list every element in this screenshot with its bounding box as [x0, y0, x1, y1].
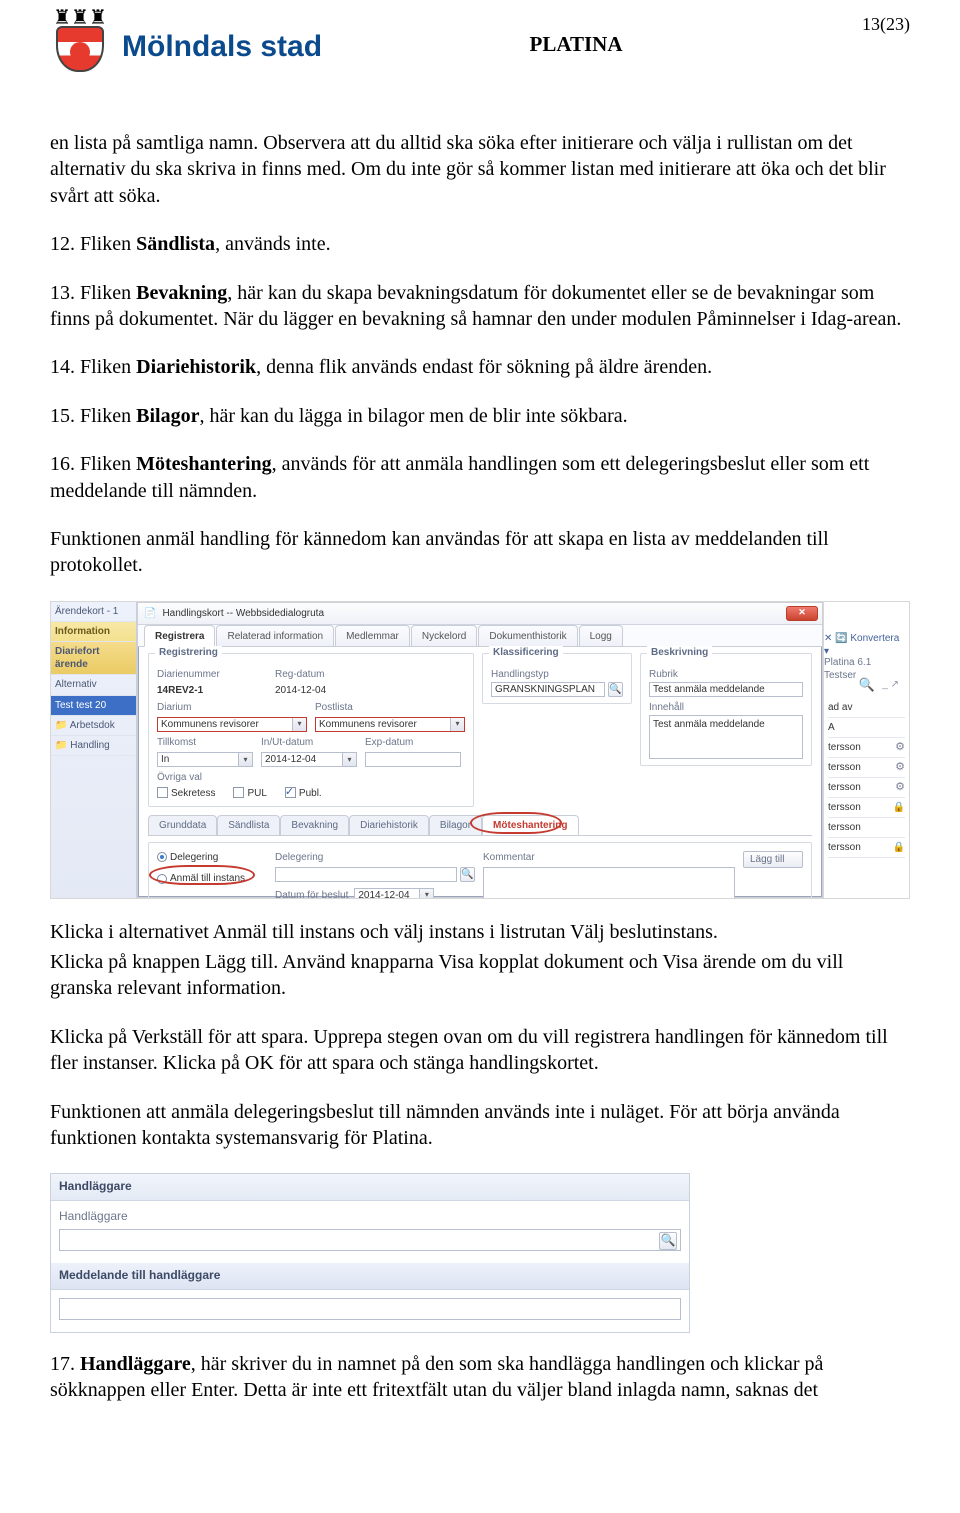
- chevron-down-icon: ▾: [238, 753, 252, 766]
- expdatum-input[interactable]: [365, 752, 461, 767]
- para-click1: Klicka i alternativet Anmäl till instans…: [50, 919, 910, 945]
- postlista-select[interactable]: Kommunens revisorer▾: [315, 717, 465, 732]
- regdatum-value: 2014-12-04: [275, 684, 385, 697]
- chk-sekretess[interactable]: Sekretess: [157, 787, 215, 800]
- gear-icon: ⚙: [895, 741, 905, 753]
- meddelande-input[interactable]: [59, 1298, 681, 1320]
- datum-for-beslut-input[interactable]: 2014-12-04▾: [354, 888, 434, 899]
- subtab-grunddata[interactable]: Grunddata: [148, 815, 217, 835]
- tillkomst-select[interactable]: In▾: [157, 752, 253, 767]
- chk-pul[interactable]: PUL: [233, 787, 266, 800]
- gear-icon: ⚙: [895, 781, 905, 793]
- molndal-crest: ♜♜♜: [50, 8, 110, 70]
- lock-icon: 🔒: [893, 802, 905, 813]
- sidebar-test[interactable]: Test test 20: [51, 696, 136, 716]
- handlingstyp-input[interactable]: GRANSKNINGSPLAN: [491, 682, 605, 697]
- list-item[interactable]: tersson⚙: [828, 778, 905, 798]
- diarienummer-value: 14REV2-1: [157, 684, 267, 697]
- tab-relaterad[interactable]: Relaterad information: [216, 625, 334, 646]
- para-fn: Funktionen anmäl handling för kännedom k…: [50, 526, 910, 579]
- handlaggare-input[interactable]: 🔍: [59, 1229, 681, 1251]
- kommentar-textarea[interactable]: [483, 867, 735, 899]
- para-11-cont: en lista på samtliga namn. Observera att…: [50, 130, 910, 209]
- group-registrering: Registrering: [155, 646, 222, 659]
- radio-anmal-till-instans[interactable]: Anmäl till instans: [157, 872, 267, 885]
- para-verkstall: Klicka på Verkställ för att spara. Uppre…: [50, 1024, 910, 1077]
- handlingskort-dialog: 📄 Handlingskort -- Webbsidedialogruta ✕ …: [137, 602, 823, 898]
- tab-logg[interactable]: Logg: [579, 625, 623, 646]
- rubrik-input[interactable]: Test anmäla meddelande: [649, 682, 803, 697]
- inutdatum-input[interactable]: 2014-12-04▾: [261, 752, 357, 767]
- chevron-down-icon: ▾: [419, 889, 433, 899]
- sidebar-info-tab[interactable]: Information: [51, 622, 136, 642]
- arendekort-title: Ärendekort - 1: [51, 602, 136, 622]
- lagg-till-button[interactable]: Lägg till: [743, 851, 803, 868]
- tab-dokumenthistorik[interactable]: Dokumenthistorik: [478, 625, 577, 646]
- para-click2: Klicka på knappen Lägg till. Använd knap…: [50, 949, 910, 1002]
- tab-nyckelord[interactable]: Nyckelord: [411, 625, 477, 646]
- page-icon: 📄: [144, 607, 156, 620]
- innehall-textarea[interactable]: Test anmäla meddelande: [649, 715, 803, 759]
- sidebar-handling[interactable]: 📁 Handling: [51, 736, 136, 756]
- group-klassificering: Klassificering: [489, 646, 563, 659]
- search-icon[interactable]: 🔍: [859, 676, 875, 693]
- sidebar-alternativ: Alternativ: [51, 675, 136, 695]
- screenshot-handlaggare: Handläggare Handläggare 🔍 Meddelande til…: [50, 1173, 690, 1332]
- arendekort-sidebar: Ärendekort - 1 Information Diariefort är…: [51, 602, 137, 898]
- subtab-bevakning[interactable]: Bevakning: [280, 815, 349, 835]
- tab-registrera[interactable]: Registrera: [144, 625, 215, 647]
- list-item[interactable]: tersson: [828, 818, 905, 838]
- diarium-select[interactable]: Kommunens revisorer▾: [157, 717, 307, 732]
- chk-publ[interactable]: Publ.: [285, 787, 322, 800]
- chevron-down-icon: ▾: [292, 718, 306, 731]
- para-15: 15. Fliken Bilagor, här kan du lägga in …: [50, 403, 910, 429]
- shield-icon: [56, 26, 104, 72]
- para-12: 12. Fliken Sändlista, används inte.: [50, 231, 910, 257]
- group-beskrivning: Beskrivning: [647, 646, 712, 659]
- brand-name: Mölndals stad: [122, 30, 322, 64]
- screenshot-handlingskort: Ärendekort - 1 Information Diariefort är…: [50, 601, 910, 899]
- chevron-down-icon: ▾: [342, 753, 356, 766]
- lock-icon: 🔒: [893, 842, 905, 853]
- label-handlaggare: Handläggare: [59, 1209, 681, 1225]
- subtab-bilagor[interactable]: Bilagor: [429, 815, 482, 835]
- search-button[interactable]: 🔍: [659, 1232, 677, 1250]
- para-13: 13. Fliken Bevakning, här kan du skapa b…: [50, 280, 910, 333]
- para-14: 14. Fliken Diariehistorik, denna flik an…: [50, 354, 910, 380]
- konvertera-link[interactable]: ✕ 🔄 Konvertera ▾: [824, 632, 903, 658]
- crown-icon: ♜♜♜: [50, 8, 110, 28]
- sidebar-diariefort[interactable]: Diariefort ärende: [51, 642, 136, 675]
- gear-icon: ⚙: [895, 761, 905, 773]
- subtab-moteshantering[interactable]: Möteshantering: [482, 815, 578, 835]
- subtab-diariehistorik[interactable]: Diariehistorik: [349, 815, 429, 835]
- sidebar-arbetsdok[interactable]: 📁 Arbetsdok: [51, 716, 136, 736]
- para-16: 16. Fliken Möteshantering, används för a…: [50, 451, 910, 504]
- para-delegering-note: Funktionen att anmäla delegeringsbeslut …: [50, 1099, 910, 1152]
- search-button[interactable]: 🔍: [460, 867, 475, 882]
- top-tabs: Registrera Relaterad information Medlemm…: [138, 625, 822, 647]
- search-button[interactable]: 🔍: [608, 682, 623, 697]
- document-title: PLATINA: [322, 32, 830, 57]
- delegering-input[interactable]: [275, 867, 457, 882]
- radio-delegering[interactable]: Delegering: [157, 851, 267, 864]
- page-number: 13(23): [830, 14, 910, 35]
- tab-medlemmar[interactable]: Medlemmar: [335, 625, 410, 646]
- dialog-title: Handlingskort -- Webbsidedialogruta: [162, 607, 324, 620]
- close-button[interactable]: ✕: [786, 606, 818, 621]
- chevron-down-icon: ▾: [450, 718, 464, 731]
- list-item[interactable]: tersson 🔒: [828, 838, 905, 858]
- list-item[interactable]: tersson ⚙: [828, 758, 905, 778]
- right-panel: ✕ 🔄 Konvertera ▾ Platina 6.1 Testser 🔍 _…: [823, 602, 909, 898]
- list-item[interactable]: tersson 🔒: [828, 798, 905, 818]
- list-item[interactable]: tersson ⚙: [828, 738, 905, 758]
- search-icon: 🔍: [661, 1233, 676, 1249]
- para-17: 17. Handläggare, här skriver du in namne…: [50, 1351, 910, 1404]
- section-header-handlaggare: Handläggare: [51, 1174, 689, 1201]
- section-header-meddelande: Meddelande till handläggare: [51, 1263, 689, 1290]
- subtab-sandlista[interactable]: Sändlista: [217, 815, 280, 835]
